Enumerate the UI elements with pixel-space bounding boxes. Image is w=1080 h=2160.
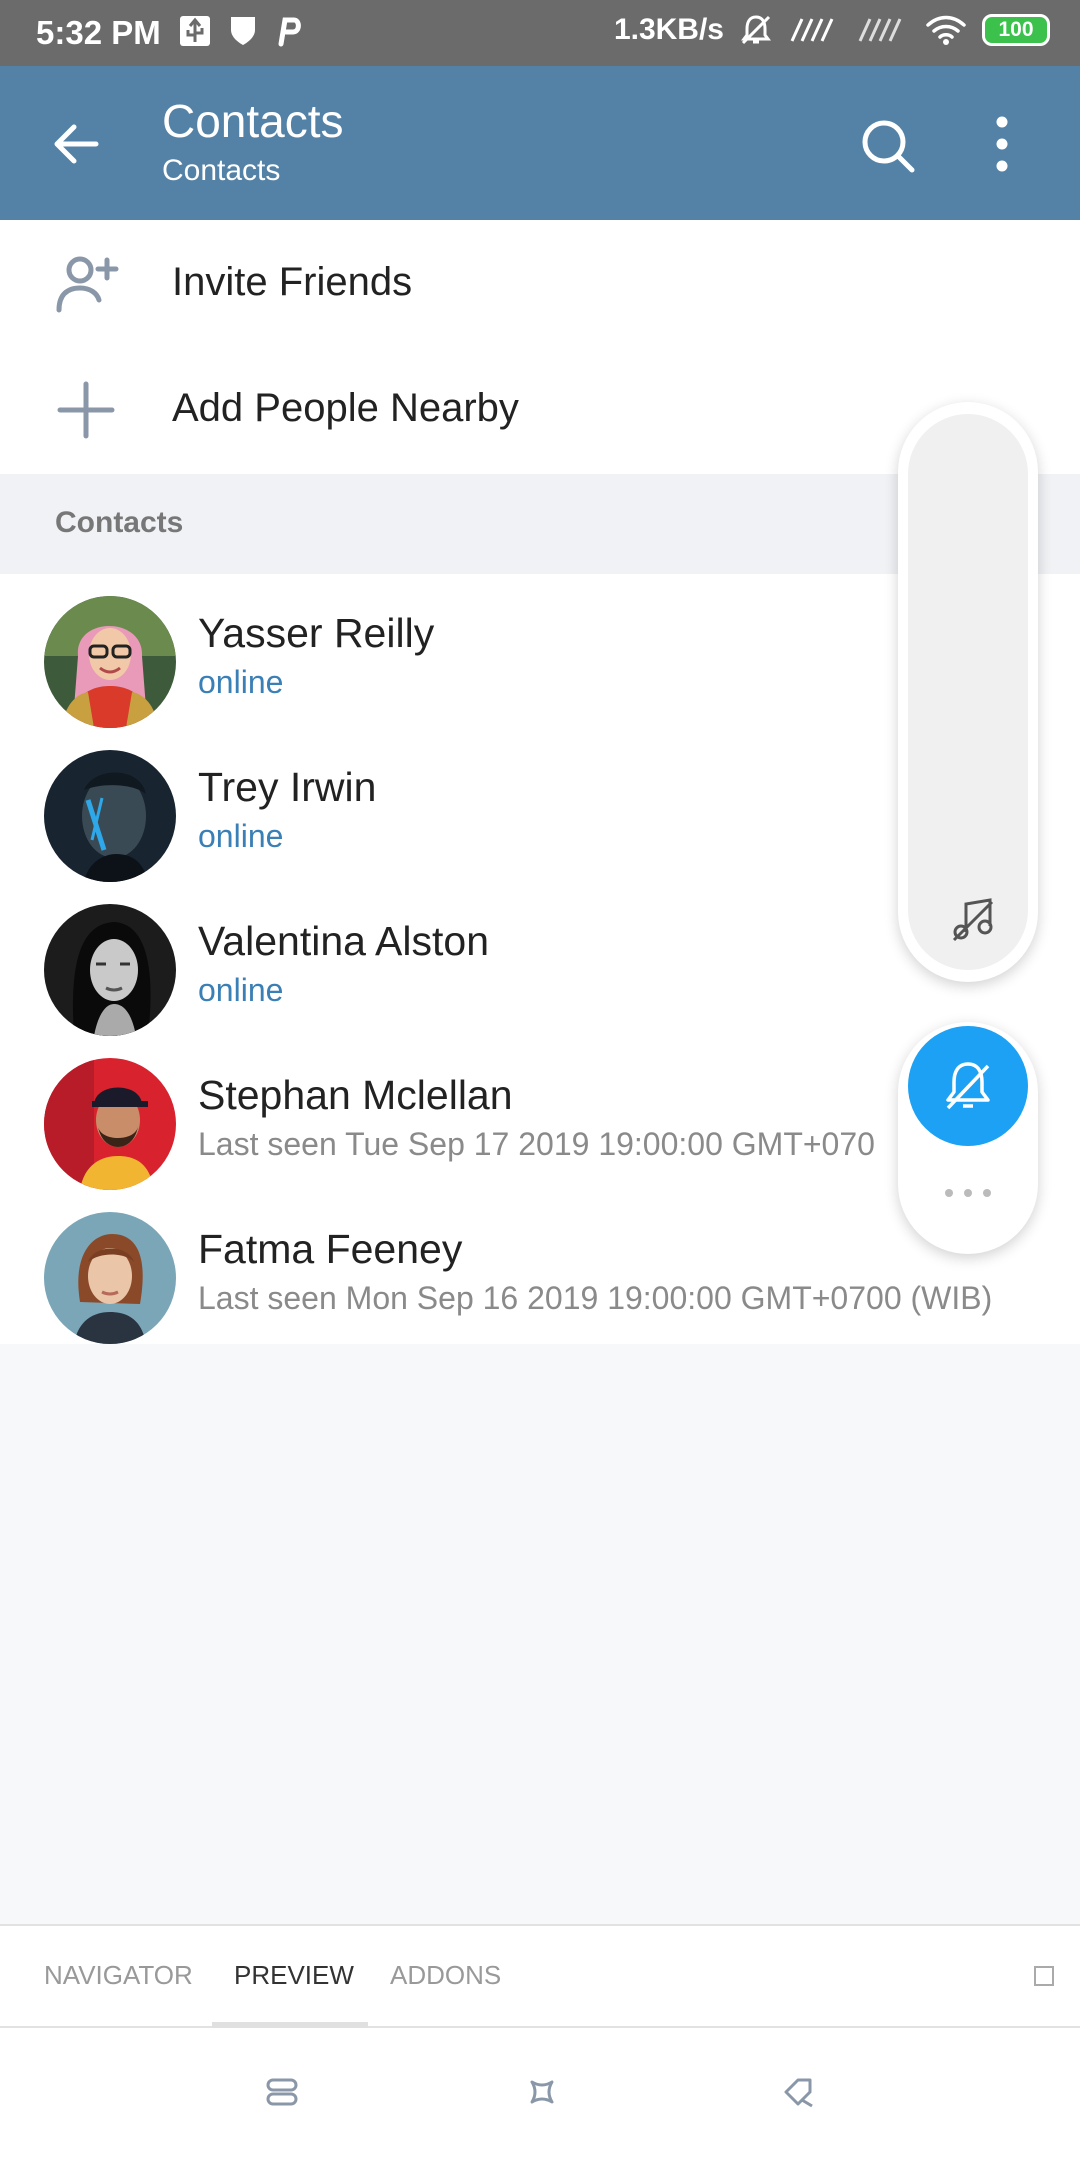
tab-addons[interactable]: ADDONS (390, 1960, 501, 1991)
contact-name: Trey Irwin (198, 764, 377, 810)
page-subtitle: Contacts (162, 154, 281, 187)
status-bar: 5:32 PM 1.3KB/s 100 (0, 0, 1080, 66)
floating-player-track (908, 414, 1028, 970)
back-arrow-icon[interactable] (48, 116, 104, 172)
search-icon[interactable] (858, 116, 918, 176)
music-off-icon[interactable] (948, 894, 998, 944)
system-nav-bar (0, 2028, 1080, 2160)
contact-status: online (198, 664, 284, 700)
battery-level: 100 (998, 18, 1034, 41)
status-right: 1.3KB/s 100 (614, 12, 1050, 48)
bottom-tabs: NAVIGATOR PREVIEW ADDONS (0, 1924, 1080, 2030)
page-title: Contacts (162, 95, 344, 147)
floating-player-panel[interactable] (898, 402, 1038, 982)
tab-preview[interactable]: PREVIEW (234, 1960, 354, 1991)
home-icon[interactable] (522, 2072, 562, 2112)
floating-notification-panel[interactable] (898, 1022, 1038, 1254)
more-vertical-icon[interactable] (982, 112, 1022, 176)
contact-name: Fatma Feeney (198, 1226, 463, 1272)
bell-off-icon (946, 1062, 990, 1110)
shield-icon (231, 17, 255, 45)
avatar (44, 904, 176, 1036)
avatar (44, 1058, 176, 1190)
section-header-label: Contacts (55, 506, 184, 539)
battery-icon: 100 (982, 14, 1050, 46)
contact-status: online (198, 972, 284, 1008)
avatar (44, 596, 176, 728)
signal-icon (790, 18, 834, 42)
add-people-nearby-label: Add People Nearby (172, 386, 519, 430)
tab-navigator[interactable]: NAVIGATOR (44, 1960, 193, 1991)
mute-icon (741, 15, 771, 45)
contact-name: Valentina Alston (198, 918, 490, 964)
invite-friends-label: Invite Friends (172, 260, 413, 304)
contact-status: Last seen Mon Sep 16 2019 19:00:00 GMT+0… (198, 1280, 993, 1316)
status-time: 5:32 PM (36, 14, 161, 51)
network-speed: 1.3KB/s (613, 13, 724, 46)
wifi-icon (926, 15, 966, 45)
add-person-icon (56, 256, 119, 313)
usb-icon (180, 16, 210, 46)
signal-icon (858, 18, 902, 42)
screen: 5:32 PM 1.3KB/s 100 Contacts Contacts In… (0, 0, 1080, 2160)
avatar (44, 1212, 176, 1344)
contact-status: online (198, 818, 284, 854)
recents-icon[interactable] (262, 2072, 302, 2112)
status-left-icons (178, 14, 304, 48)
contact-name: Stephan Mclellan (198, 1072, 513, 1118)
expand-box-icon[interactable] (1034, 1966, 1054, 1986)
mute-toggle-button[interactable] (908, 1026, 1028, 1146)
contact-name: Yasser Reilly (198, 610, 435, 656)
p-icon (278, 17, 301, 47)
invite-friends-item[interactable]: Invite Friends (0, 220, 1080, 346)
contact-status: Last seen Tue Sep 17 2019 19:00:00 GMT+0… (198, 1126, 875, 1162)
back-nav-icon[interactable] (778, 2072, 818, 2112)
app-bar: Contacts Contacts (0, 66, 1080, 220)
avatar (44, 750, 176, 882)
plus-icon (57, 381, 115, 439)
more-horizontal-icon[interactable] (942, 1186, 994, 1200)
